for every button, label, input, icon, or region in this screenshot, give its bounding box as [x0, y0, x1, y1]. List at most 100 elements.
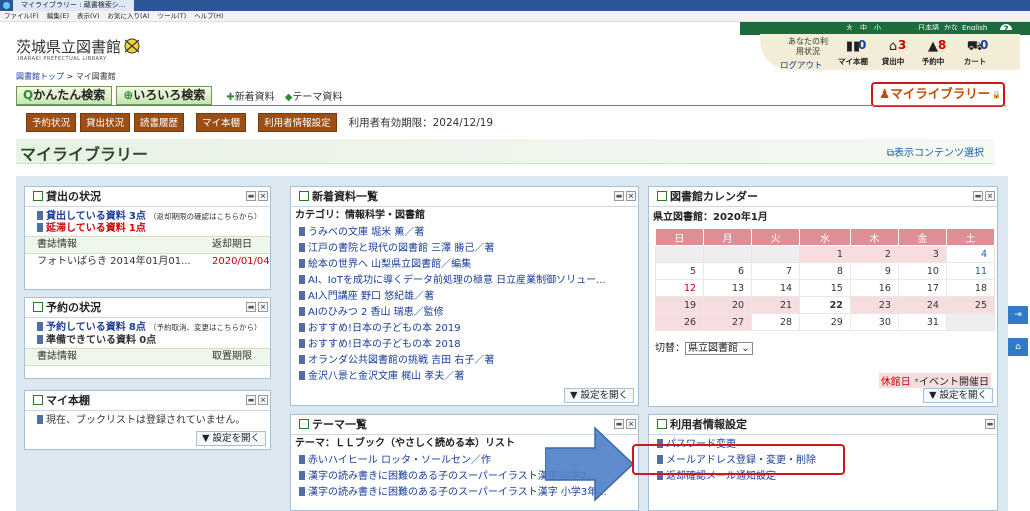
col-due: 返却期日	[212, 239, 252, 250]
list-item[interactable]: 金沢八景と金沢文庫 梶山 孝夫／著	[291, 369, 638, 385]
breadcrumb-home[interactable]: 図書館トップ	[16, 72, 64, 81]
menu-favorites[interactable]: お気に入り(A)	[104, 11, 154, 21]
calendar-weekday-row: 日 月 火 水 木 金 土	[654, 228, 996, 246]
list-item[interactable]: おすすめ!日本の子どもの本 2019	[291, 321, 638, 337]
mylibrary-button[interactable]: ♟マイライブラリー 🔒	[871, 82, 1005, 107]
counter-bookshelf[interactable]: ▮▮ 0 マイ本棚	[833, 38, 873, 67]
reading-history-button[interactable]: 読書履歴	[134, 113, 185, 132]
calendar-day: 26	[654, 313, 705, 331]
bookshelf-settings-label: 設定を開く	[212, 433, 260, 444]
bookshelf-label: マイ本棚	[838, 57, 868, 66]
minimize-icon[interactable]: ▬	[246, 191, 256, 201]
calendar-day: 27	[703, 313, 753, 331]
counter-cart[interactable]: ⛟ 0 カート	[955, 38, 995, 67]
loan-status-button[interactable]: 貸出状況	[80, 113, 131, 132]
logout-link[interactable]: ログアウト	[780, 59, 823, 71]
new-item-link[interactable]: AI入門講座 野口 悠紀雄／著	[308, 291, 434, 302]
menu-view[interactable]: 表示(V)	[73, 11, 104, 21]
user-settings-button[interactable]: 利用者情報設定	[258, 113, 337, 132]
new-item-link[interactable]: オランダ公共図書館の挑戦 吉田 右子／著	[308, 355, 494, 366]
weekday-wed: 水	[799, 228, 851, 246]
menu-file[interactable]: ファイル(F)	[0, 11, 43, 21]
close-icon[interactable]: ×	[626, 191, 636, 201]
calendar-panel: 図書館カレンダー ▬ × 県立図書館：2020年1月 日 月 火 水 木 金 土 …	[648, 186, 998, 407]
list-item[interactable]: おすすめ!日本の子どもの本 2018	[291, 337, 638, 353]
theme-item-link[interactable]: 赤いハイヒール ロッタ・ソールセン／作	[308, 455, 491, 466]
counter-loans[interactable]: ⌂ 3 貸出中	[873, 38, 913, 67]
counter-reservations[interactable]: ▲ 8 予約中	[913, 38, 953, 67]
col-book: 書誌情報	[37, 351, 77, 362]
list-item[interactable]: AIのひみつ 2 香山 瑞恵／監修	[291, 305, 638, 321]
ready-items-row[interactable]: 準備できている資料 0点	[25, 334, 270, 348]
loan-panel-header: 貸出の状況 ▬ ×	[25, 187, 270, 207]
reserved-items-link[interactable]: 予約している資料	[46, 322, 126, 333]
list-item[interactable]: 絵本の世界へ 山梨県立図書館／編集	[291, 257, 638, 273]
close-icon[interactable]: ×	[258, 395, 268, 405]
tab-advanced-search[interactable]: ⊕いろいろ検索	[116, 85, 213, 105]
close-icon[interactable]: ×	[258, 191, 268, 201]
theme-items-link[interactable]: ◆テーマ資料	[285, 88, 343, 103]
calendar-day: 31	[897, 313, 947, 331]
minimize-icon[interactable]: ▬	[614, 191, 624, 201]
new-item-link[interactable]: 江戸の書院と現代の図書館 三澤 勝己／著	[308, 243, 494, 254]
close-icon[interactable]: ×	[258, 302, 268, 312]
bookshelf-settings-button[interactable]: ▼ 設定を開く	[196, 431, 266, 446]
browser-tab[interactable]: マイライブラリー : 蔵書検索シ…	[13, 0, 134, 11]
ready-items-link[interactable]: 準備できている資料	[46, 335, 136, 346]
calendar-day: 5	[654, 262, 705, 280]
weekday-sat: 土	[945, 228, 996, 246]
menu-tools[interactable]: ツール(T)	[154, 11, 191, 21]
reservation-status-button[interactable]: 予約状況	[26, 113, 77, 132]
breadcrumb-current: マイ図書館	[75, 72, 116, 81]
browser-title-bar: マイライブラリー : 蔵書検索シ…	[0, 0, 1030, 11]
library-logo-text[interactable]: 茨城県立図書館	[16, 36, 121, 57]
menu-edit[interactable]: 編集(E)	[43, 11, 73, 21]
advanced-search-icon: ⊕	[123, 87, 134, 102]
minimize-icon[interactable]: ▬	[973, 191, 983, 201]
minimize-icon[interactable]: ▬	[246, 395, 256, 405]
list-item[interactable]: AI、IoTを成功に導くデータ前処理の極意 日立産業制御ソリュー...	[291, 273, 638, 289]
calendar-panel-header: 図書館カレンダー ▬ ×	[649, 187, 997, 207]
home-icon[interactable]: ⌂	[1008, 338, 1028, 356]
reservations-count: 8	[938, 38, 947, 52]
table-row[interactable]: フォトいばらき 2014年01月01... 2020/01/04	[25, 254, 270, 270]
new-item-link[interactable]: AIのひみつ 2 香山 瑞恵／監修	[308, 307, 444, 318]
close-icon[interactable]: ×	[985, 191, 995, 201]
tab-simple-search[interactable]: Qかんたん検索	[16, 85, 113, 105]
list-item[interactable]: オランダ公共図書館の挑戦 吉田 右子／著	[291, 353, 638, 369]
new-items-link[interactable]: ✚新着資料	[226, 88, 274, 103]
new-item-link[interactable]: 絵本の世界へ 山梨県立図書館／編集	[308, 259, 471, 270]
menu-help[interactable]: ヘルプ(H)	[190, 11, 227, 21]
list-item[interactable]: 江戸の書院と現代の図書館 三澤 勝己／著	[291, 241, 638, 257]
reserved-items-row[interactable]: 予約している資料 8点 （予約取消、変更はこちらから）	[25, 321, 270, 334]
new-item-link[interactable]: 金沢八景と金沢文庫 梶山 孝夫／著	[308, 371, 464, 382]
loaned-items-link[interactable]: 貸出している資料	[46, 211, 126, 222]
list-item[interactable]: AI入門講座 野口 悠紀雄／著	[291, 289, 638, 305]
new-item-link[interactable]: AI、IoTを成功に導くデータ前処理の極意 日立産業制御ソリュー...	[308, 275, 606, 286]
content-select-link[interactable]: ⧉表示コンテンツ選択	[887, 144, 984, 159]
overdue-items-link[interactable]: 延滞している資料	[46, 223, 126, 234]
reservation-panel-header: 予約の状況 ▬ ×	[25, 298, 270, 318]
new-items-settings-button[interactable]: ▼ 設定を開く	[564, 388, 634, 403]
new-item-link[interactable]: おすすめ!日本の子どもの本 2019	[308, 323, 461, 334]
cart-reserve-icon: ▲	[928, 39, 938, 54]
house-icon: ⌂	[888, 39, 898, 54]
minimize-icon[interactable]: ▬	[985, 419, 995, 429]
bullet-icon	[299, 339, 305, 348]
calendar-settings-button[interactable]: ▼ 設定を開く	[923, 388, 993, 403]
calendar-library-select[interactable]: 県立図書館 ⌄	[685, 342, 753, 355]
bookshelf-panel-title: マイ本棚	[46, 394, 90, 407]
overdue-row[interactable]: 延滞している資料 1点	[25, 222, 270, 236]
scroll-top-icon[interactable]: ⇥	[1008, 306, 1028, 324]
loan-book-title[interactable]: フォトいばらき 2014年01月01...	[37, 254, 212, 270]
loan-table-header: 書誌情報 返却期日	[25, 236, 270, 254]
list-item[interactable]: うみべの文庫 堀米 薫／著	[291, 225, 638, 241]
library-logo-subtitle: IBARAKI PREFECTUAL LIBRARY	[18, 56, 107, 62]
new-item-link[interactable]: うみべの文庫 堀米 薫／著	[308, 227, 424, 238]
minimize-icon[interactable]: ▬	[246, 302, 256, 312]
new-item-link[interactable]: おすすめ!日本の子どもの本 2018	[308, 339, 461, 350]
reserved-items-note: （予約取消、変更はこちらから）	[149, 323, 262, 332]
loans-count: 3	[898, 38, 907, 52]
theme-panel-title: テーマ一覧	[312, 418, 367, 431]
my-bookshelf-button[interactable]: マイ本棚	[196, 113, 247, 132]
